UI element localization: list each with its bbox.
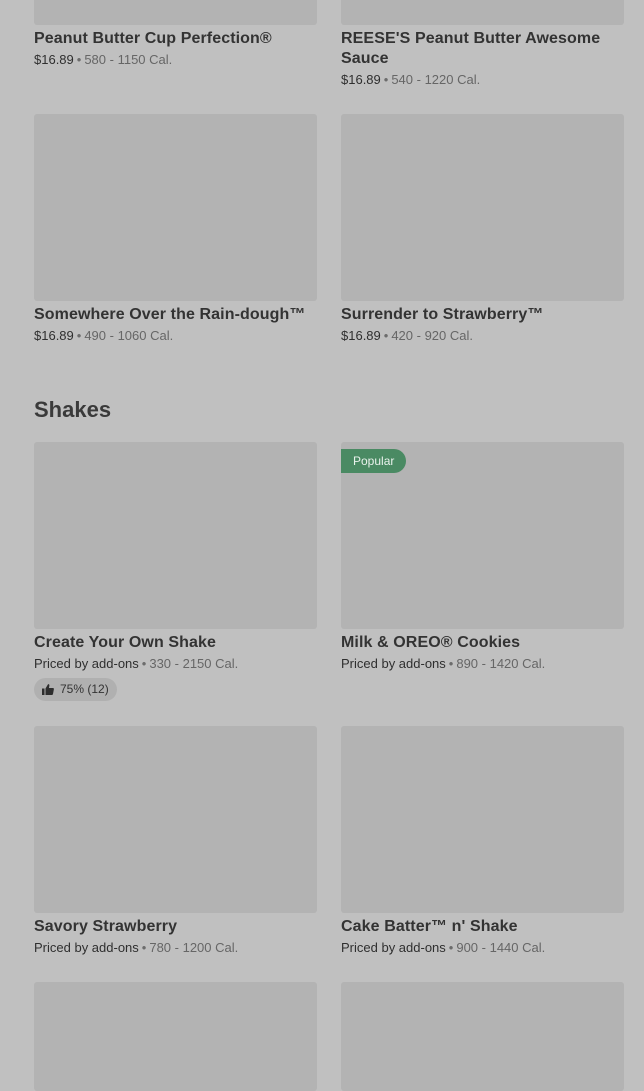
item-meta-rain-dough: $16.89 • 490 - 1060 Cal. — [34, 327, 173, 345]
item-image-next-right[interactable] — [341, 982, 624, 1091]
item-image-peanut-butter-cup[interactable] — [34, 0, 317, 25]
item-calories: 540 - 1220 Cal. — [391, 72, 481, 87]
item-title-savory-strawberry[interactable]: Savory Strawberry — [34, 917, 317, 937]
item-title-rain-dough[interactable]: Somewhere Over the Rain-dough™ — [34, 305, 317, 325]
separator: • — [76, 52, 82, 67]
separator: • — [448, 656, 454, 671]
item-title-reeses-sauce[interactable]: REESE'S Peanut Butter Awesome Sauce — [341, 29, 624, 69]
item-meta-create-your-own-shake: Priced by add-ons • 330 - 2150 Cal. — [34, 655, 238, 673]
item-title-cake-batter[interactable]: Cake Batter™ n' Shake — [341, 917, 624, 937]
item-title-milk-oreo[interactable]: Milk & OREO® Cookies — [341, 633, 624, 653]
item-calories: 330 - 2150 Cal. — [149, 656, 239, 671]
item-title-peanut-butter-cup[interactable]: Peanut Butter Cup Perfection® — [34, 29, 317, 49]
separator: • — [383, 328, 389, 343]
separator: • — [448, 940, 454, 955]
item-calories: 890 - 1420 Cal. — [456, 656, 546, 671]
item-title-surrender-strawberry[interactable]: Surrender to Strawberry™ — [341, 305, 624, 325]
item-image-cake-batter[interactable] — [341, 726, 624, 913]
item-calories: 490 - 1060 Cal. — [84, 328, 174, 343]
separator: • — [141, 656, 147, 671]
item-meta-surrender-strawberry: $16.89 • 420 - 920 Cal. — [341, 327, 473, 345]
item-price: $16.89 — [341, 328, 381, 343]
item-price: $16.89 — [34, 328, 74, 343]
item-image-savory-strawberry[interactable] — [34, 726, 317, 913]
separator: • — [383, 72, 389, 87]
item-meta-reeses-sauce: $16.89 • 540 - 1220 Cal. — [341, 71, 480, 89]
item-meta-cake-batter: Priced by add-ons • 900 - 1440 Cal. — [341, 939, 545, 957]
item-image-reeses-sauce[interactable] — [341, 0, 624, 25]
item-price: Priced by add-ons — [34, 940, 139, 955]
rating-chip: 75% (12) — [34, 678, 117, 701]
item-image-next-left[interactable] — [34, 982, 317, 1091]
item-meta-peanut-butter-cup: $16.89 • 580 - 1150 Cal. — [34, 51, 172, 69]
item-price: Priced by add-ons — [341, 940, 446, 955]
item-price: Priced by add-ons — [34, 656, 139, 671]
separator: • — [76, 328, 82, 343]
item-price: $16.89 — [34, 52, 74, 67]
item-calories: 420 - 920 Cal. — [391, 328, 473, 343]
item-calories: 780 - 1200 Cal. — [149, 940, 239, 955]
item-title-create-your-own-shake[interactable]: Create Your Own Shake — [34, 633, 317, 653]
item-price: Priced by add-ons — [341, 656, 446, 671]
thumbs-up-icon — [42, 684, 54, 695]
popular-badge: Popular — [341, 449, 407, 473]
item-meta-milk-oreo: Priced by add-ons • 890 - 1420 Cal. — [341, 655, 545, 673]
item-image-rain-dough[interactable] — [34, 114, 317, 301]
item-image-surrender-strawberry[interactable] — [341, 114, 624, 301]
rating-text: 75% (12) — [60, 682, 109, 696]
item-price: $16.89 — [341, 72, 381, 87]
item-image-create-your-own-shake[interactable] — [34, 442, 317, 629]
item-meta-savory-strawberry: Priced by add-ons • 780 - 1200 Cal. — [34, 939, 238, 957]
item-calories: 580 - 1150 Cal. — [84, 52, 173, 67]
item-calories: 900 - 1440 Cal. — [456, 940, 546, 955]
section-title-shakes: Shakes — [34, 397, 112, 422]
separator: • — [141, 940, 147, 955]
